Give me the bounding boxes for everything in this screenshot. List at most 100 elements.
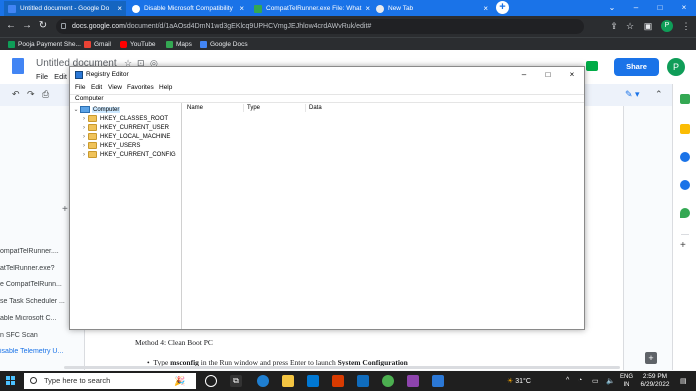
tree-node-computer[interactable]: ⌄ Computer — [72, 105, 121, 114]
tree-node-hku[interactable]: › HKEY_USERS — [80, 141, 140, 150]
outline-item[interactable]: se Task Scheduler ... — [0, 298, 70, 305]
back-arrow-icon[interactable]: ← — [4, 19, 18, 33]
close-tab-icon[interactable]: × — [361, 4, 370, 13]
bookmark-pooja-payment[interactable]: Pooja Payment She... — [8, 39, 81, 50]
store-icon[interactable] — [307, 375, 319, 387]
photos-icon[interactable] — [407, 375, 419, 387]
regedit-menu-file[interactable]: File — [75, 84, 85, 91]
tab-search-icon[interactable]: ⌄ — [600, 0, 624, 16]
regedit-menu-favorites[interactable]: Favorites — [127, 84, 154, 91]
chevron-right-icon[interactable]: › — [80, 152, 88, 158]
minimize-button[interactable]: – — [624, 0, 648, 16]
battery-icon[interactable]: ▭ — [592, 377, 599, 385]
redo-icon[interactable]: ↷ — [27, 89, 35, 100]
forward-arrow-icon[interactable]: → — [20, 19, 34, 33]
chevron-right-icon[interactable]: › — [80, 116, 88, 122]
bookmark-star-icon[interactable]: ☆ — [624, 19, 636, 33]
regedit-taskbar-icon[interactable] — [432, 375, 444, 387]
tree-node-hkcu[interactable]: › HKEY_CURRENT_USER — [80, 123, 169, 132]
keep-icon[interactable] — [680, 124, 690, 134]
chevron-right-icon[interactable]: › — [80, 143, 88, 149]
meet-icon[interactable] — [586, 61, 598, 71]
get-addons-icon[interactable]: + — [680, 240, 686, 251]
regedit-close-button[interactable]: × — [560, 68, 584, 82]
regedit-menu-edit[interactable]: Edit — [91, 84, 102, 91]
explore-icon[interactable]: + — [645, 352, 657, 364]
office-icon[interactable] — [332, 375, 344, 387]
collapse-toolbar-icon[interactable]: ⌃ — [655, 89, 663, 100]
maps-icon[interactable] — [680, 208, 690, 218]
tree-node-hkcr[interactable]: › HKEY_CLASSES_ROOT — [80, 114, 168, 123]
tree-node-hklm[interactable]: › HKEY_LOCAL_MACHINE — [80, 132, 170, 141]
extensions-icon[interactable]: ▣ — [642, 19, 654, 33]
weather-widget[interactable]: ☀ 31°C — [507, 377, 531, 385]
menu-file[interactable]: File — [36, 72, 48, 81]
horizontal-scrollbar[interactable] — [64, 366, 620, 369]
tasks-icon[interactable] — [680, 152, 690, 162]
docs-logo-icon[interactable] — [12, 58, 24, 74]
outline-item-active[interactable]: isable Telemetry U... — [0, 348, 70, 355]
tab-compattelrunner[interactable]: CompatTelRunner.exe File: What × — [250, 1, 370, 16]
column-type[interactable]: Type — [247, 105, 260, 111]
language-indicator[interactable]: ENG IN — [620, 373, 633, 389]
add-heading-icon[interactable]: + — [62, 204, 68, 215]
editing-mode-icon[interactable]: ✎ ▾ — [625, 89, 640, 100]
file-explorer-icon[interactable] — [282, 375, 294, 387]
regedit-address-bar[interactable]: Computer — [70, 94, 584, 103]
bookmark-google-docs[interactable]: Google Docs — [200, 39, 248, 50]
column-separator[interactable] — [243, 104, 244, 112]
start-windows-icon[interactable] — [6, 376, 16, 386]
close-window-button[interactable]: × — [672, 0, 696, 16]
tab-google-docs[interactable]: Untitled document - Google Do × — [4, 1, 126, 16]
regedit-menu-view[interactable]: View — [108, 84, 122, 91]
menu-edit[interactable]: Edit — [54, 72, 67, 81]
share-page-icon[interactable]: ⇪ — [608, 19, 620, 33]
regedit-minimize-button[interactable]: – — [512, 68, 536, 82]
regedit-maximize-button[interactable]: □ — [536, 68, 560, 82]
outline-item[interactable]: atTelRunner.exe? — [0, 265, 70, 272]
calendar-icon[interactable] — [680, 94, 690, 104]
chevron-down-icon[interactable]: ⌄ — [72, 106, 80, 113]
regedit-title-bar[interactable]: Registry Editor – □ × — [70, 67, 584, 83]
task-view-icon[interactable]: ⧉ — [230, 375, 242, 387]
taskbar-search-box[interactable]: Type here to search 🎉 — [24, 373, 196, 389]
profile-avatar[interactable]: P — [661, 20, 673, 32]
docs-account-avatar[interactable]: P — [667, 58, 685, 76]
column-name[interactable]: Name — [187, 105, 203, 111]
column-data[interactable]: Data — [309, 105, 322, 111]
edge-icon[interactable] — [257, 375, 269, 387]
new-tab-button[interactable]: + — [496, 1, 509, 14]
contacts-icon[interactable] — [680, 180, 690, 190]
bookmark-maps[interactable]: Maps — [166, 39, 192, 50]
chrome-icon[interactable] — [382, 375, 394, 387]
maximize-button[interactable]: □ — [648, 0, 672, 16]
close-tab-icon[interactable]: × — [479, 4, 488, 13]
share-button[interactable]: Share — [614, 58, 659, 76]
tray-overflow-icon[interactable]: ^ — [566, 377, 569, 384]
address-bar[interactable]: docs.google.com/document/d/1aAOsd4DmN1wd… — [56, 19, 584, 34]
close-tab-icon[interactable]: × — [235, 4, 244, 13]
notifications-icon[interactable]: ▤ — [680, 377, 687, 385]
bookmark-youtube[interactable]: YouTube — [120, 39, 156, 50]
network-icon[interactable]: ◔ — [578, 377, 582, 384]
outline-item[interactable]: e CompatTelRunn... — [0, 281, 70, 288]
tab-disable-compatibility[interactable]: Disable Microsoft Compatibility × — [128, 1, 248, 16]
chrome-menu-icon[interactable]: ⋮ — [680, 19, 692, 33]
cortana-icon[interactable] — [205, 375, 217, 387]
reload-icon[interactable]: ↻ — [36, 19, 50, 33]
volume-icon[interactable]: 🔈 — [606, 377, 615, 385]
tab-new-tab[interactable]: New Tab × — [372, 1, 492, 16]
print-icon[interactable]: ⎙ — [42, 89, 49, 100]
outline-item[interactable]: able Microsoft C... — [0, 315, 70, 322]
close-tab-icon[interactable]: × — [113, 4, 122, 13]
tree-node-hkcc[interactable]: › HKEY_CURRENT_CONFIG — [80, 150, 176, 159]
chevron-right-icon[interactable]: › — [80, 125, 88, 131]
outline-item[interactable]: ompatTelRunner.... — [0, 248, 70, 255]
chevron-right-icon[interactable]: › — [80, 134, 88, 140]
outline-item[interactable]: n SFC Scan — [0, 332, 70, 339]
column-separator[interactable] — [305, 104, 306, 112]
bookmark-gmail[interactable]: Gmail — [84, 39, 111, 50]
undo-icon[interactable]: ↶ — [12, 89, 20, 100]
system-clock[interactable]: 2:59 PM 6/29/2022 — [640, 373, 670, 389]
regedit-menu-help[interactable]: Help — [159, 84, 172, 91]
